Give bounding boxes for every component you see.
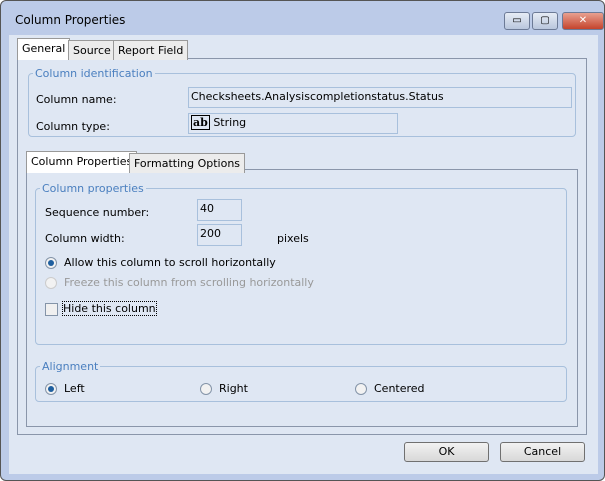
align-right-label[interactable]: Right [219, 382, 248, 395]
column-type-value: String [213, 116, 247, 129]
group-legend: Column identification [35, 67, 153, 80]
sequence-number-label: Sequence number: [45, 206, 150, 219]
align-left-label[interactable]: Left [64, 382, 85, 395]
cancel-button[interactable]: Cancel [500, 442, 585, 462]
tab-report-field[interactable]: Report Field [113, 40, 189, 60]
scroll-label[interactable]: Allow this column to scroll horizontally [64, 256, 276, 269]
align-right-radio[interactable] [200, 383, 212, 395]
tab-general[interactable]: General [17, 38, 71, 60]
freeze-radio[interactable] [45, 277, 57, 289]
tab-source[interactable]: Source [68, 40, 116, 60]
column-width-label: Column width: [45, 232, 125, 245]
alignment-group: Alignment [35, 360, 567, 402]
column-name-field[interactable]: Checksheets.Analysiscompletionstatus.Sta… [188, 87, 572, 108]
string-type-icon: ab [191, 115, 210, 130]
group-legend: Alignment [42, 360, 99, 373]
column-type-field[interactable]: ab String [188, 113, 398, 134]
column-properties-panel: Column properties Sequence number: 40 Co… [26, 169, 578, 427]
subtab-column-properties[interactable]: Column Properties [26, 151, 138, 173]
ok-button[interactable]: OK [404, 442, 489, 462]
window-title: Column Properties [15, 13, 126, 27]
scroll-radio[interactable] [45, 257, 57, 269]
sequence-number-input[interactable]: 40 [197, 199, 242, 221]
close-button[interactable]: ✕ [562, 12, 604, 30]
column-properties-dialog: Column Properties ▭ ▢ ✕ Column identific… [0, 0, 605, 481]
hide-column-label[interactable]: Hide this column [62, 301, 157, 316]
column-name-label: Column name: [36, 93, 117, 106]
group-legend: Column properties [42, 182, 144, 195]
freeze-label[interactable]: Freeze this column from scrolling horizo… [64, 276, 314, 289]
align-centered-label[interactable]: Centered [374, 382, 425, 395]
maximize-button[interactable]: ▢ [532, 12, 558, 30]
general-panel: Column identification Column name: Check… [17, 58, 587, 435]
subtab-formatting-options[interactable]: Formatting Options [129, 153, 246, 173]
column-type-label: Column type: [36, 120, 110, 133]
minimize-button[interactable]: ▭ [504, 12, 530, 30]
dialog-body: Column identification Column name: Check… [9, 35, 598, 474]
pixels-unit-label: pixels [277, 232, 309, 245]
align-centered-radio[interactable] [355, 383, 367, 395]
align-left-radio[interactable] [45, 383, 57, 395]
hide-column-checkbox[interactable] [45, 303, 58, 316]
column-width-input[interactable]: 200 [197, 224, 242, 246]
